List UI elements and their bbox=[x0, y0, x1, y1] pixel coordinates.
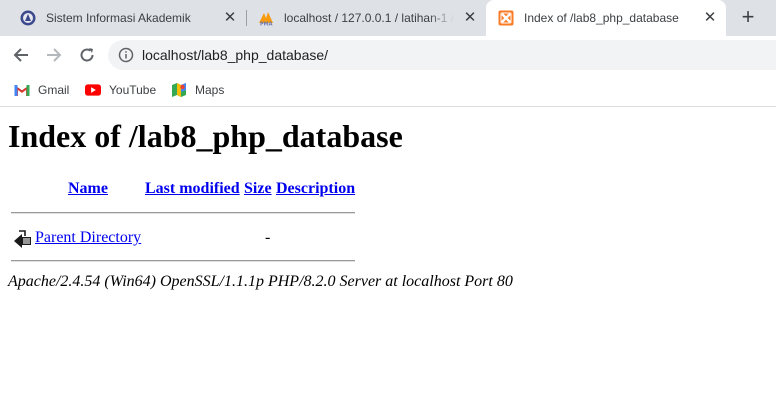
reload-icon bbox=[80, 48, 94, 62]
column-header-last-modified[interactable]: Last modified bbox=[145, 180, 240, 198]
bookmark-youtube[interactable]: YouTube bbox=[85, 82, 156, 98]
column-header-name[interactable]: Name bbox=[68, 180, 108, 198]
forward-button[interactable] bbox=[41, 42, 67, 68]
url-text: localhost/lab8_php_database/ bbox=[142, 47, 329, 63]
bookmark-label: Maps bbox=[195, 83, 225, 97]
bookmark-maps[interactable]: Maps bbox=[171, 82, 224, 98]
close-tab-icon[interactable]: ✕ bbox=[702, 10, 718, 26]
address-bar[interactable]: localhost/lab8_php_database/ bbox=[108, 40, 776, 70]
footer-divider bbox=[11, 260, 355, 262]
reload-button[interactable] bbox=[74, 42, 100, 68]
forward-arrow-icon bbox=[47, 48, 62, 62]
parent-directory-icon bbox=[11, 227, 33, 249]
row-size: - bbox=[265, 229, 271, 246]
header-divider bbox=[11, 212, 355, 214]
back-arrow-icon bbox=[13, 48, 28, 62]
svg-text:PMA: PMA bbox=[260, 22, 273, 27]
parent-directory-link[interactable]: Parent Directory bbox=[35, 229, 141, 247]
tab-index-of-lab8[interactable]: Index of /lab8_php_database ✕ bbox=[486, 0, 726, 36]
university-logo-icon bbox=[20, 10, 36, 26]
tab-phpmyadmin[interactable]: PMA localhost / 127.0.0.1 / latihan-1 / … bbox=[246, 0, 486, 36]
close-tab-icon[interactable]: ✕ bbox=[222, 10, 238, 26]
tab-title: localhost / 127.0.0.1 / latihan-1 / bbox=[284, 11, 454, 25]
bookmarks-bar: Gmail YouTube Maps bbox=[0, 74, 776, 107]
new-tab-button[interactable]: + bbox=[736, 6, 760, 30]
tab-sistem-informasi-akademik[interactable]: Sistem Informasi Akademik ✕ bbox=[8, 0, 246, 36]
tab-title: Sistem Informasi Akademik bbox=[46, 11, 191, 25]
browser-toolbar: localhost/lab8_php_database/ bbox=[0, 36, 776, 74]
tab-strip: Sistem Informasi Akademik ✕ PMA localhos… bbox=[0, 0, 776, 36]
gmail-icon bbox=[14, 82, 30, 98]
tab-title: Index of /lab8_php_database bbox=[524, 11, 679, 25]
close-tab-icon[interactable]: ✕ bbox=[462, 10, 478, 26]
xampp-icon bbox=[498, 10, 514, 26]
youtube-icon bbox=[85, 82, 101, 98]
page-title: Index of /lab8_php_database bbox=[8, 118, 403, 154]
server-signature: Apache/2.4.54 (Win64) OpenSSL/1.1.1p PHP… bbox=[8, 273, 513, 290]
column-header-size[interactable]: Size bbox=[244, 180, 272, 198]
bookmark-gmail[interactable]: Gmail bbox=[14, 82, 69, 98]
info-icon[interactable] bbox=[118, 47, 134, 63]
phpmyadmin-icon: PMA bbox=[258, 10, 274, 26]
back-button[interactable] bbox=[8, 42, 34, 68]
page-content: Index of /lab8_php_database Name Last mo… bbox=[0, 108, 776, 414]
bookmark-label: YouTube bbox=[109, 83, 157, 97]
column-header-description[interactable]: Description bbox=[276, 180, 355, 198]
bookmark-label: Gmail bbox=[38, 83, 70, 97]
maps-icon bbox=[171, 82, 187, 98]
